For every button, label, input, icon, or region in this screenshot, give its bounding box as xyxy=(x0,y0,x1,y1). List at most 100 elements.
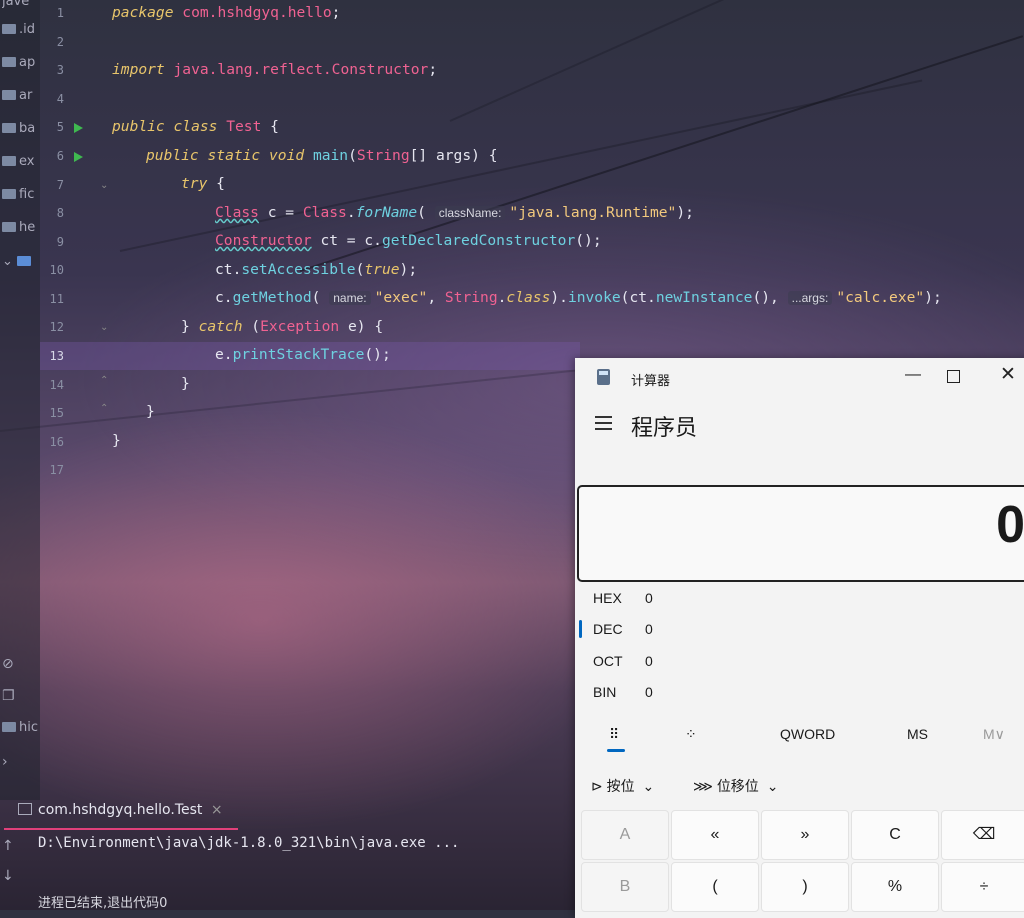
run-command: D:\Environment\java\jdk-1.8.0_321\bin\ja… xyxy=(38,835,460,851)
key-backspace[interactable]: ⌫ xyxy=(941,810,1024,860)
type-name: Class xyxy=(215,204,259,221)
maximize-icon[interactable] xyxy=(947,370,960,383)
project-tree-item[interactable]: .id xyxy=(2,22,40,42)
keyword: catch xyxy=(198,318,243,335)
folder-icon xyxy=(2,24,16,34)
key-open-paren[interactable]: ( xyxy=(671,862,759,912)
fold-icon[interactable]: ⌄ xyxy=(100,180,108,191)
arrow-up-icon[interactable]: ↑ xyxy=(2,838,14,854)
fold-icon[interactable]: ⌃ xyxy=(100,403,108,414)
key-b[interactable]: B xyxy=(581,862,669,912)
bit-toggle-keypad-icon[interactable]: ⁘ xyxy=(685,726,697,743)
key-clear[interactable]: C xyxy=(851,810,939,860)
punctuation: (); xyxy=(364,346,391,363)
radix-value: 0 xyxy=(645,653,653,669)
run-tab[interactable]: com.hshdgyq.hello.Test × xyxy=(18,802,223,818)
line-number: 13 xyxy=(49,349,64,363)
line-number: 10 xyxy=(49,263,64,277)
memory-store-button[interactable]: MS xyxy=(907,726,928,742)
run-class-icon[interactable] xyxy=(74,123,83,133)
key-close-paren[interactable]: ) xyxy=(761,862,849,912)
punctuation: (); xyxy=(575,232,602,249)
window-title: 计算器 xyxy=(631,373,671,388)
run-main-icon[interactable] xyxy=(74,152,83,162)
calculator-icon xyxy=(597,369,610,385)
code-text: c. xyxy=(215,289,233,306)
run-exit-message: 进程已结束,退出代码0 xyxy=(38,896,168,911)
key-divide[interactable]: ÷ xyxy=(941,862,1024,912)
bitwise-label: 按位 xyxy=(606,778,635,794)
folder-icon xyxy=(2,90,16,100)
project-tree-item[interactable]: fic xyxy=(2,187,40,207)
line-number: 14 xyxy=(49,378,64,392)
line-number: 8 xyxy=(56,206,64,220)
minimize-icon[interactable]: — xyxy=(905,366,921,384)
code-line: import java.lang.reflect.Constructor; xyxy=(112,61,437,78)
punctuation: ( xyxy=(311,289,321,306)
arrow-down-icon[interactable]: ↓ xyxy=(2,868,14,884)
punctuation: ); xyxy=(924,289,942,306)
close-icon[interactable]: × xyxy=(211,802,223,818)
project-tree-item[interactable]: ar xyxy=(2,88,40,108)
folder-icon xyxy=(2,156,16,166)
fold-icon[interactable]: ⌄ xyxy=(100,322,108,333)
punctuation: ). xyxy=(550,289,568,306)
word-size-button[interactable]: QWORD xyxy=(780,726,835,742)
run-tab-label: com.hshdgyq.hello.Test xyxy=(38,802,203,818)
chevron-down-icon: ⌄ xyxy=(642,778,655,794)
key-a[interactable]: A xyxy=(581,810,669,860)
folder-icon xyxy=(2,123,16,133)
method-name: getDeclaredConstructor xyxy=(381,232,576,249)
keypad-tab-indicator xyxy=(607,749,625,752)
line-number: 16 xyxy=(49,435,64,449)
full-keypad-icon[interactable]: ⠿ xyxy=(609,726,619,743)
line-number: 17 xyxy=(49,463,64,477)
project-tree-item[interactable]: hic xyxy=(2,720,40,740)
fold-icon[interactable]: ⌃ xyxy=(100,375,108,386)
radix-label: DEC xyxy=(593,621,623,637)
type-name: Exception xyxy=(260,318,340,335)
punctuation: ; xyxy=(331,4,341,21)
parameter-hint: name: xyxy=(329,291,371,305)
keyword: package xyxy=(112,4,174,21)
project-tree-item[interactable]: jave xyxy=(2,0,40,14)
method-name: getMethod xyxy=(232,289,312,306)
calculator-window: 计算器 — ✕ 程序员 0 HEX 0 DEC 0 OCT 0 BIN 0 ⠿ ⁘ QW… xyxy=(575,358,1024,918)
key-modulo[interactable]: % xyxy=(851,862,939,912)
radix-value: 0 xyxy=(645,684,653,700)
code-line: e.printStackTrace(); xyxy=(215,346,391,363)
project-item-label: jave xyxy=(2,0,30,9)
close-icon[interactable]: ✕ xyxy=(1000,363,1016,386)
folder-icon xyxy=(2,722,16,732)
copy-icon[interactable]: ❐ xyxy=(2,688,15,704)
project-tree-expand[interactable]: ⌄ xyxy=(2,254,40,274)
bitshift-label: 位移位 xyxy=(716,778,759,794)
key-shift-right[interactable]: » xyxy=(761,810,849,860)
string-literal: "exec" xyxy=(374,289,428,306)
code-line: } xyxy=(146,403,155,420)
chevron-right-icon[interactable]: › xyxy=(2,754,8,770)
punctuation: ( xyxy=(242,318,261,335)
key-shift-left[interactable]: « xyxy=(671,810,759,860)
bitwise-dropdown[interactable]: ⊳ 按位 ⌄ xyxy=(591,776,654,796)
project-tree-item[interactable]: ap xyxy=(2,55,40,75)
project-item-label: he xyxy=(19,220,36,235)
project-tree-item[interactable]: ba xyxy=(2,121,40,141)
project-tree-item[interactable]: ex xyxy=(2,154,40,174)
bitshift-dropdown[interactable]: ⋙ 位移位 ⌄ xyxy=(693,776,778,796)
folder-icon xyxy=(17,256,32,266)
line-number: 3 xyxy=(56,63,64,77)
punctuation: . xyxy=(346,204,356,221)
chevron-down-icon: ⌄ xyxy=(766,778,779,794)
parameter-hint: className: xyxy=(434,206,506,220)
menu-icon[interactable] xyxy=(595,416,612,434)
punctuation: ( xyxy=(348,147,357,164)
memory-view-button[interactable]: M∨ xyxy=(983,726,1005,743)
method-name: main xyxy=(312,147,349,164)
code-line: } xyxy=(181,375,190,392)
project-tree-item[interactable]: he xyxy=(2,220,40,240)
project-item-label: ap xyxy=(19,55,36,70)
project-item-label: ba xyxy=(19,121,36,136)
keyword: class xyxy=(506,289,551,306)
restore-layout-icon[interactable]: ⊘ xyxy=(2,656,14,672)
